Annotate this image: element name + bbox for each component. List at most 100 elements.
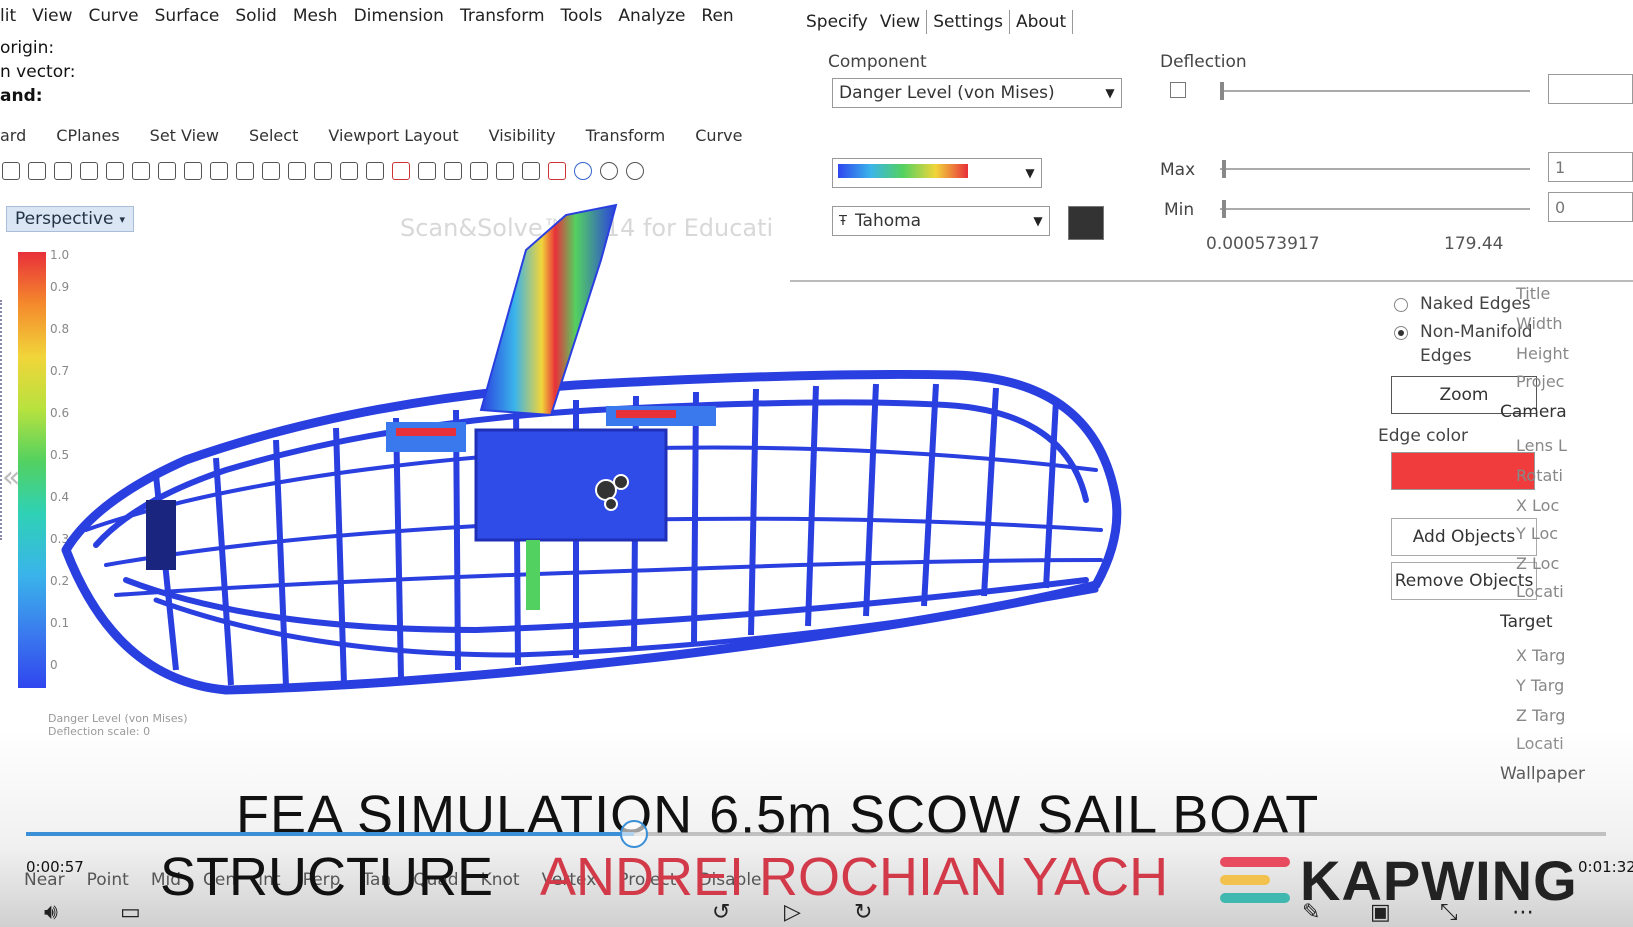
menu-solid[interactable]: Solid: [235, 6, 276, 26]
max-value: 1: [1555, 157, 1566, 177]
properties-field-label: X Loc: [1516, 496, 1560, 515]
zoom-extents-icon[interactable]: [288, 162, 306, 180]
min-slider-track[interactable]: [1220, 208, 1530, 210]
volume-icon[interactable]: 🔊︎: [44, 900, 58, 925]
menu-mesh[interactable]: Mesh: [293, 6, 338, 26]
deflection-slider-track[interactable]: [1220, 90, 1530, 92]
snap-icon[interactable]: [496, 162, 514, 180]
min-slider-thumb[interactable]: [1222, 200, 1226, 218]
undo-view-icon[interactable]: [340, 162, 358, 180]
rewind-10-icon[interactable]: ↺: [712, 900, 730, 925]
text-color-swatch[interactable]: [1068, 206, 1104, 240]
naked-edges-radio[interactable]: [1394, 298, 1408, 312]
select-icon[interactable]: [392, 162, 410, 180]
command-line: n vector:: [0, 62, 76, 82]
tab-visibility[interactable]: Visibility: [489, 126, 556, 152]
tab-set-view[interactable]: Set View: [150, 126, 219, 152]
max-slider-thumb[interactable]: [1222, 160, 1226, 178]
font-value: Tahoma: [854, 211, 922, 231]
component-label: Component: [828, 52, 927, 72]
captions-icon[interactable]: ▭: [120, 900, 141, 925]
chevron-down-icon[interactable]: ▼: [1019, 166, 1041, 180]
command-line: origin:: [0, 38, 55, 58]
deflection-input[interactable]: [1548, 74, 1633, 104]
video-title-line1: FEA SIMULATION 6.5m SCOW SAIL BOAT: [236, 785, 1320, 845]
range-low-value: 0.000573917: [1206, 234, 1320, 254]
edge-color-label: Edge color: [1378, 426, 1469, 446]
component-select[interactable]: Danger Level (von Mises) ▼: [832, 78, 1122, 108]
menu-about[interactable]: About: [1010, 12, 1072, 32]
toolbar-icons: [0, 156, 800, 186]
edge-color-swatch[interactable]: [1391, 452, 1535, 490]
menu-edit[interactable]: lit: [0, 6, 16, 26]
tab-viewport-layout[interactable]: Viewport Layout: [328, 126, 458, 152]
menu-view[interactable]: View: [32, 6, 72, 26]
chevron-down-icon[interactable]: ▼: [1099, 86, 1121, 100]
edit-icon[interactable]: ✎: [1302, 900, 1320, 925]
properties-field-label: Locati: [1516, 582, 1564, 601]
scan-solve-menu: Specify View Settings About: [800, 8, 1074, 36]
zoom-selected-icon[interactable]: [314, 162, 332, 180]
font-select[interactable]: Ŧ Tahoma ▼: [832, 206, 1050, 236]
menu-curve[interactable]: Curve: [88, 6, 138, 26]
undo-icon[interactable]: [158, 162, 176, 180]
menu-analyze[interactable]: Analyze: [618, 6, 685, 26]
cut-icon[interactable]: [80, 162, 98, 180]
osnap-point[interactable]: Point: [87, 870, 129, 890]
tab-transform[interactable]: Transform: [586, 126, 666, 152]
forward-30-icon[interactable]: ↻: [854, 900, 872, 925]
menu-view[interactable]: View: [874, 12, 926, 32]
pan-icon[interactable]: [184, 162, 202, 180]
menu-separator: [1072, 10, 1074, 34]
menu-dimension[interactable]: Dimension: [354, 6, 444, 26]
properties-field-label: X Targ: [1516, 646, 1566, 665]
points-on-icon[interactable]: [418, 162, 436, 180]
sphere-icon[interactable]: [600, 162, 618, 180]
zoom-window-icon[interactable]: [262, 162, 280, 180]
min-input[interactable]: 0: [1548, 192, 1633, 222]
menu-settings[interactable]: Settings: [927, 12, 1009, 32]
cplane-icon[interactable]: [470, 162, 488, 180]
deflection-slider-thumb[interactable]: [1220, 82, 1224, 100]
non-manifold-radio[interactable]: [1394, 326, 1408, 340]
properties-field-label: Title: [1516, 284, 1551, 303]
menu-specify[interactable]: Specify: [800, 12, 874, 32]
save-icon[interactable]: [2, 162, 20, 180]
import-icon[interactable]: [54, 162, 72, 180]
render-icon[interactable]: [574, 162, 592, 180]
play-icon[interactable]: ▷: [784, 900, 801, 925]
material-icon[interactable]: [548, 162, 566, 180]
miniplayer-icon[interactable]: ▣: [1370, 900, 1391, 925]
paste-icon[interactable]: [132, 162, 150, 180]
print-icon[interactable]: [28, 162, 46, 180]
fullscreen-exit-icon[interactable]: ⤡: [1440, 900, 1458, 925]
rhino-menubar: lit View Curve Surface Solid Mesh Dimens…: [0, 0, 800, 32]
copy-icon[interactable]: [106, 162, 124, 180]
max-slider-track[interactable]: [1220, 168, 1530, 170]
range-high-value: 179.44: [1444, 234, 1504, 254]
tab-standard[interactable]: ard: [0, 126, 26, 152]
properties-section-header: Target: [1500, 612, 1553, 632]
more-options-icon[interactable]: ⋯: [1512, 900, 1534, 925]
naked-edges-label: Naked Edges: [1420, 294, 1531, 314]
rotate-view-icon[interactable]: [210, 162, 228, 180]
max-input[interactable]: 1: [1548, 152, 1633, 182]
tab-curve[interactable]: Curve: [695, 126, 742, 152]
kapwing-logo-icon: [1220, 857, 1290, 903]
video-current-time: 0:00:57: [26, 858, 84, 876]
menu-transform[interactable]: Transform: [460, 6, 545, 26]
layer-icon[interactable]: [522, 162, 540, 180]
deflection-checkbox[interactable]: [1170, 82, 1186, 98]
options-icon[interactable]: [626, 162, 644, 180]
properties-field-label: Lens L: [1516, 436, 1567, 455]
points-off-icon[interactable]: [444, 162, 462, 180]
menu-tools[interactable]: Tools: [561, 6, 603, 26]
zoom-dynamic-icon[interactable]: [236, 162, 254, 180]
command-history: origin: n vector: and:: [0, 36, 76, 108]
menu-render[interactable]: Ren: [701, 6, 733, 26]
chevron-down-icon[interactable]: ▼: [1027, 214, 1049, 228]
four-view-icon[interactable]: [366, 162, 384, 180]
tab-select[interactable]: Select: [249, 126, 298, 152]
tab-cplanes[interactable]: CPlanes: [56, 126, 119, 152]
menu-surface[interactable]: Surface: [155, 6, 220, 26]
